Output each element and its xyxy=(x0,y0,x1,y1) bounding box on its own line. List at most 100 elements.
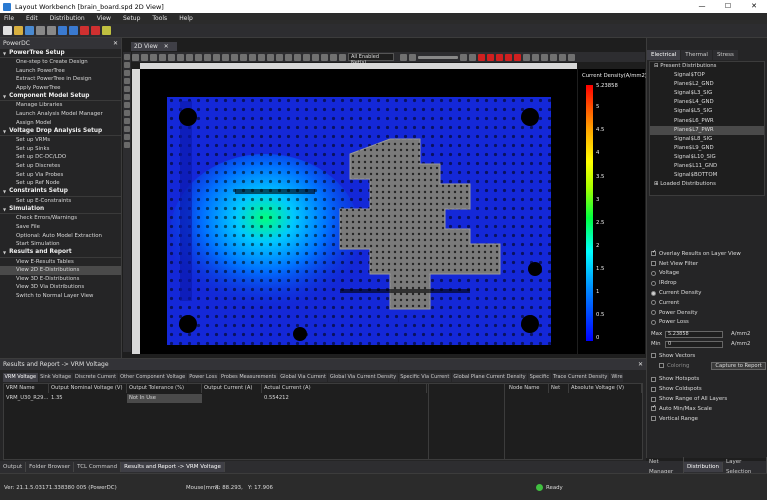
quantity-radio[interactable]: Current xyxy=(651,298,766,308)
results-tab[interactable]: Sink Voltage xyxy=(38,373,73,382)
quantity-radio[interactable]: Power Loss xyxy=(651,318,766,328)
dock-tab[interactable]: Output xyxy=(0,462,27,472)
red-marker-icon-4[interactable] xyxy=(505,53,512,61)
select-tool-icon[interactable] xyxy=(132,53,139,61)
export-icon[interactable] xyxy=(523,53,530,61)
contour-icon[interactable] xyxy=(550,53,557,61)
minimize-button[interactable]: — xyxy=(689,0,715,13)
show-vectors-checkbox[interactable]: Show Vectors xyxy=(651,351,766,361)
section-header[interactable]: ▼ PowerTree Setup xyxy=(0,49,121,58)
ruler-icon[interactable] xyxy=(267,53,274,61)
grid-icon[interactable] xyxy=(195,53,202,61)
workflow-item[interactable]: Set up VRMs xyxy=(0,136,121,145)
menu-file[interactable]: File xyxy=(4,15,14,22)
cell-tolerance[interactable]: Not In Use xyxy=(127,394,202,403)
net-view-filter-checkbox[interactable]: Net View Filter xyxy=(651,259,766,269)
zoom-in-icon[interactable] xyxy=(141,53,148,61)
display-checkbox[interactable]: Show Coldspots xyxy=(651,384,766,394)
tree-layer-item[interactable]: Plane$L4_GND xyxy=(650,98,764,107)
min-input[interactable]: 0 xyxy=(665,340,723,348)
copy-icon[interactable] xyxy=(321,53,328,61)
tab-2d-view[interactable]: 2D View ✕ xyxy=(131,42,177,51)
coloring-checkbox[interactable] xyxy=(659,363,664,369)
open-folder-icon[interactable] xyxy=(14,26,23,35)
tree-layer-item[interactable]: Plane$L6_PWR xyxy=(650,117,764,126)
tree-layer-item[interactable]: Signal$L3_SIG xyxy=(650,89,764,98)
zoom-out-icon[interactable] xyxy=(150,53,157,61)
color-icon[interactable] xyxy=(469,53,476,61)
workflow-item[interactable]: Manage Libraries xyxy=(0,101,121,110)
legend-icon[interactable] xyxy=(541,53,548,61)
vtool-10-icon[interactable] xyxy=(124,126,130,132)
col-node-name[interactable]: Node Name xyxy=(507,384,549,393)
vtool-12-icon[interactable] xyxy=(124,142,130,148)
view-icon[interactable] xyxy=(460,53,467,61)
cell-vrm-name[interactable]: VRM_U30_R29... xyxy=(4,394,48,403)
menu-view[interactable]: View xyxy=(97,15,111,22)
col-absolute-voltage[interactable]: Absolute Voltage (V) xyxy=(569,384,642,393)
component-icon[interactable] xyxy=(249,53,256,61)
quantity-radio[interactable]: IRdrop xyxy=(651,278,766,288)
red-marker-icon-3[interactable] xyxy=(496,53,503,61)
results-tab[interactable]: Global Plane Current Density xyxy=(451,373,528,382)
workflow-item[interactable]: View E-Results Tables xyxy=(0,258,121,267)
workflow-item[interactable]: Extract PowerTree in Design xyxy=(0,75,121,84)
display-checkbox[interactable]: Vertical Range xyxy=(651,414,766,424)
cell-output-current[interactable] xyxy=(202,394,204,403)
workflow-item[interactable]: Launch Analysis Model Manager xyxy=(0,110,121,119)
tree-layer-item[interactable]: Signal$L5_SIG xyxy=(650,107,764,116)
display-checkbox[interactable]: Show Range of All Layers xyxy=(651,394,766,404)
max-input[interactable]: 5.23858 xyxy=(665,330,723,338)
arrow-icon[interactable] xyxy=(303,53,310,61)
undo-icon[interactable] xyxy=(36,26,45,35)
cursor-icon[interactable] xyxy=(312,53,319,61)
tree-layer-item[interactable]: Signal$L10_SIG xyxy=(650,153,764,162)
cell-nominal-voltage[interactable]: 1.35 xyxy=(49,394,63,403)
capture-to-report-button[interactable]: Capture to Report xyxy=(711,361,766,370)
cell-actual-current[interactable]: 0.554212 xyxy=(262,394,289,403)
workflow-item[interactable]: Launch PowerTree xyxy=(0,67,121,76)
layer-icon[interactable] xyxy=(186,53,193,61)
tree-loaded-distributions[interactable]: ⊞ Loaded Distributions xyxy=(650,180,764,189)
overlay-checkbox[interactable]: Overlay Results on Layer View xyxy=(651,249,766,259)
workflow-item[interactable]: Set up Discretes xyxy=(0,162,121,171)
filter-icon[interactable] xyxy=(400,53,407,61)
results-tab[interactable]: Other Component Voltage xyxy=(118,373,187,382)
snap-icon[interactable] xyxy=(276,53,283,61)
highlight-icon[interactable] xyxy=(258,53,265,61)
workflow-item[interactable]: Set up Via Probes xyxy=(0,171,121,180)
results-tab[interactable]: Probes Measurements xyxy=(219,373,278,382)
display-checkbox[interactable]: Show Hotspots xyxy=(651,375,766,385)
vtool-6-icon[interactable] xyxy=(124,94,130,100)
net-filter-select[interactable]: All Enabled Net(s) xyxy=(348,53,394,66)
col-tolerance[interactable]: Output Tolerance (%) xyxy=(127,384,202,393)
vtool-7-icon[interactable] xyxy=(124,102,130,108)
workflow-item[interactable]: Optional: Auto Model Extraction xyxy=(0,232,121,241)
quantity-radio[interactable]: Voltage xyxy=(651,269,766,279)
via-icon[interactable] xyxy=(213,53,220,61)
workflow-item[interactable]: View 3D E-Distributions xyxy=(0,275,121,284)
vector-icon[interactable] xyxy=(559,53,566,61)
net-icon[interactable] xyxy=(204,53,211,61)
results-tab[interactable]: Specific Via Current xyxy=(398,373,451,382)
new-file-icon[interactable] xyxy=(3,26,12,35)
results-tab[interactable]: Wireb xyxy=(609,373,623,382)
print-icon[interactable] xyxy=(532,53,539,61)
vtool-11-icon[interactable] xyxy=(124,134,130,140)
dock-tab[interactable]: Results and Report -> VRM Voltage xyxy=(121,462,225,472)
tree-layer-item[interactable]: Signal$BOTTOM xyxy=(650,171,764,180)
workflow-item[interactable]: View 3D Via Distributions xyxy=(0,283,121,292)
tab-electrical[interactable]: Electrical xyxy=(647,50,681,60)
vtool-8-icon[interactable] xyxy=(124,110,130,116)
pin-icon[interactable] xyxy=(240,53,247,61)
results-tab[interactable]: Global Via Current xyxy=(278,373,328,382)
trace-icon[interactable] xyxy=(231,53,238,61)
tab-thermal[interactable]: Thermal xyxy=(681,50,712,60)
pick-icon[interactable] xyxy=(294,53,301,61)
section-header[interactable]: ▼ Results and Report xyxy=(0,249,121,258)
zoom-fit-icon[interactable] xyxy=(159,53,166,61)
workflow-item[interactable]: Save File xyxy=(0,223,121,232)
results-tab[interactable]: VRM Voltage xyxy=(3,373,38,382)
menu-edit[interactable]: Edit xyxy=(26,15,38,22)
vtool-5-icon[interactable] xyxy=(124,86,130,92)
